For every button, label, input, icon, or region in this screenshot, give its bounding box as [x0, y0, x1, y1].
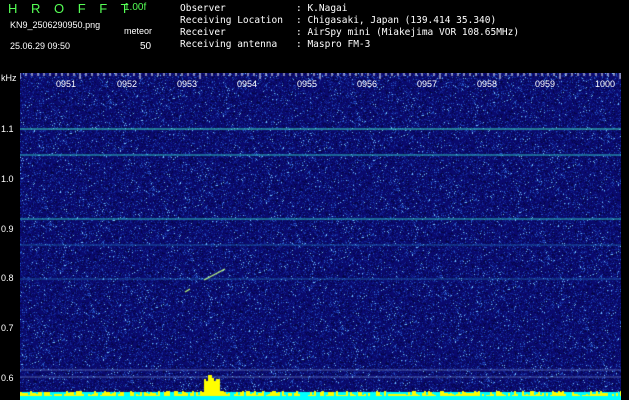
time-label: 0951	[56, 79, 77, 89]
info-label: Receiving Location	[180, 15, 283, 26]
app-brand: H R O F F T	[8, 1, 134, 16]
freq-label: 0.6	[1, 373, 14, 383]
time-label: 0958	[477, 79, 498, 89]
info-location-value: : Chigasaki, Japan (139.414 35.340)	[296, 15, 497, 26]
info-label: Observer	[180, 3, 226, 14]
freq-label: 1.0	[1, 174, 14, 184]
info-receiver: Receiver	[180, 28, 226, 38]
spectrogram-canvas	[20, 73, 621, 400]
freq-label: 0.9	[1, 224, 14, 234]
file-name: KN9_2506290950.png	[10, 20, 101, 30]
info-receiver-value: : AirSpy mini (Miakejima VOR 108.65MHz)	[296, 27, 520, 38]
time-label: 0956	[357, 79, 378, 89]
freq-label: 1.1	[1, 124, 14, 134]
freq-label: 0.8	[1, 273, 14, 283]
header-panel: H R O F F T 1.00f KN9_2506290950.png met…	[0, 0, 629, 70]
datetime: 25.06.29 09:50	[10, 41, 71, 51]
info-antenna: Receiving antenna	[180, 40, 277, 50]
time-label: 0957	[417, 79, 438, 89]
info-observer-value: : K.Nagai	[296, 3, 348, 14]
info-observer: Observer	[180, 4, 226, 14]
info-location: Receiving Location	[180, 16, 283, 26]
freq-label: 0.7	[1, 323, 14, 333]
time-label: 0959	[535, 79, 556, 89]
info-label: Receiving antenna	[180, 39, 278, 50]
meteor-label: meteor	[124, 26, 153, 36]
time-label: 0952	[117, 79, 138, 89]
time-label: 0954	[237, 79, 258, 89]
time-label: 1000	[595, 79, 616, 89]
time-label: 0955	[297, 79, 318, 89]
app-version: 1.00f	[124, 2, 147, 13]
info-antenna-value: : Maspro FM-3	[296, 39, 371, 50]
time-label: 0953	[177, 79, 198, 89]
meteor-count: 50	[140, 41, 152, 52]
info-label: Receiver	[180, 27, 226, 38]
unit-label: kHz	[1, 73, 17, 83]
